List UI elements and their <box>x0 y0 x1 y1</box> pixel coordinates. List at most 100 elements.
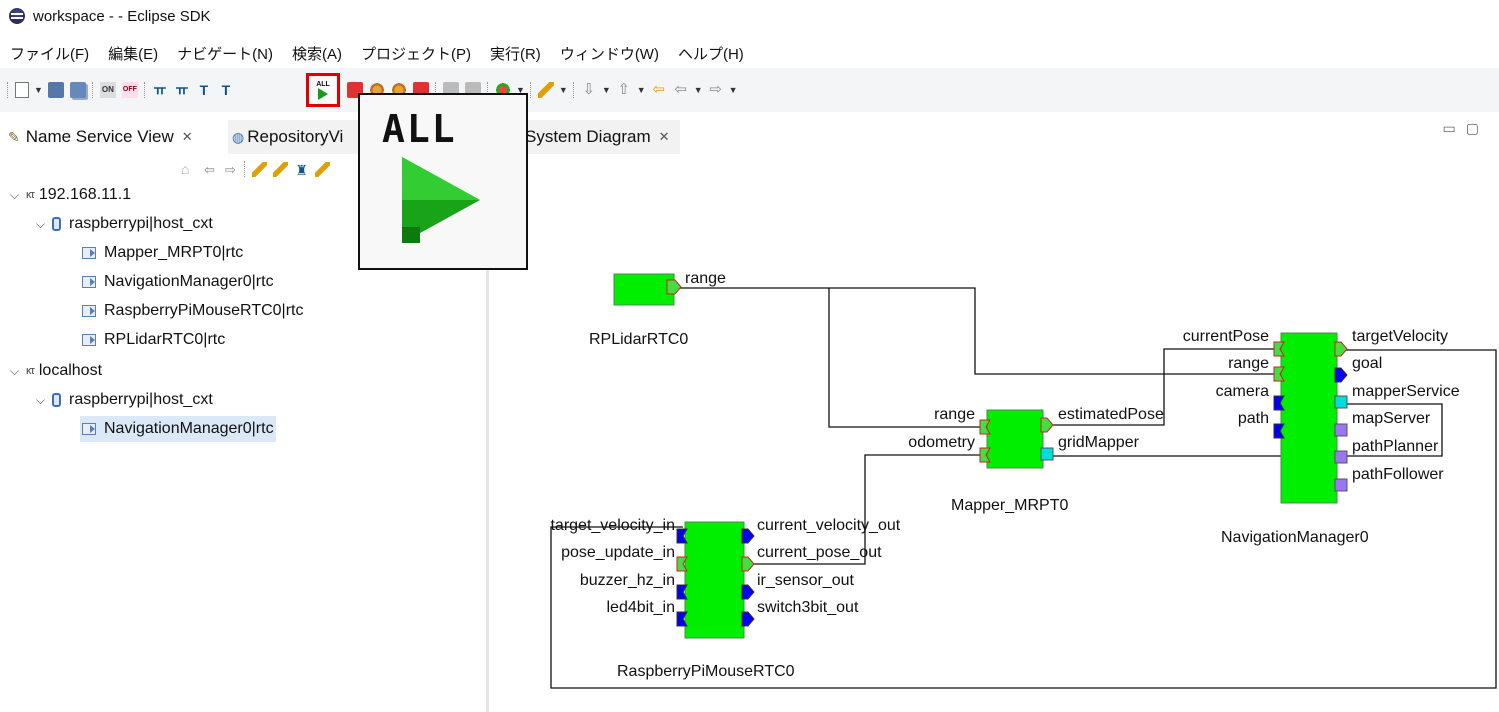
toolbar-separator <box>7 82 9 98</box>
next-annotation-dropdown-icon[interactable]: ▼ <box>602 85 611 95</box>
title-bar: workspace - - Eclipse SDK <box>0 0 1499 32</box>
forward-dropdown-icon[interactable]: ▼ <box>729 85 738 95</box>
port-out[interactable] <box>666 279 682 295</box>
tree-node-context[interactable]: ⌵ raspberrypi|host_cxt <box>36 211 213 237</box>
connect-icon[interactable]: ㅠ <box>152 82 168 98</box>
tab-repository-view[interactable]: ◍ RepositoryVi <box>228 120 374 154</box>
component-mapper[interactable]: range odometry estimatedPose gridMapper … <box>908 406 1164 514</box>
minimize-maximize-controls[interactable]: ▭▢ <box>1443 120 1489 137</box>
tree-node-nameserver[interactable]: ⌵ κτ localhost <box>10 358 102 384</box>
back-icon[interactable]: ⇦ <box>673 82 689 98</box>
prev-annotation-icon[interactable]: ⇧ <box>616 82 632 98</box>
name-service-icon: ✎ <box>8 128 20 145</box>
nameserver-icon: κτ <box>26 365 35 377</box>
port-label: estimatedPose <box>1058 406 1164 423</box>
component-raspberrypi-mouse[interactable]: target_velocity_in pose_update_in buzzer… <box>550 517 900 680</box>
menu-window[interactable]: ウィンドウ(W) <box>550 43 668 64</box>
save-icon[interactable] <box>47 82 64 98</box>
disconnect-icon[interactable]: ㅠ <box>174 82 190 98</box>
port-label: current_pose_out <box>757 544 882 561</box>
menu-run[interactable]: 実行(R) <box>480 43 550 64</box>
forward-icon[interactable]: ⇨ <box>708 82 724 98</box>
nameserver-icon: κτ <box>26 189 35 201</box>
tree-node-rtc[interactable]: Mapper_MRPT0|rtc <box>82 240 243 266</box>
pen-dropdown-icon[interactable]: ▼ <box>559 85 568 95</box>
component-name: RPLidarRTC0 <box>589 331 688 348</box>
tree-node-rtc[interactable]: RPLidarRTC0|rtc <box>82 327 225 353</box>
new-file-icon[interactable] <box>15 82 29 98</box>
menu-file[interactable]: ファイル(F) <box>0 43 98 64</box>
next-annotation-icon[interactable]: ⇩ <box>581 82 597 98</box>
port-out[interactable] <box>741 611 755 627</box>
chevron-down-icon[interactable]: ⌵ <box>10 364 26 379</box>
refresh-nameserver-icon[interactable] <box>273 161 288 177</box>
port-out[interactable] <box>1040 417 1054 433</box>
tree-node-context[interactable]: ⌵ raspberrypi|host_cxt <box>36 387 213 413</box>
port-label: odometry <box>908 434 975 451</box>
tab-system-diagram[interactable]: System Diagram ✕ <box>525 120 680 154</box>
chevron-down-icon[interactable]: ⌵ <box>36 217 52 232</box>
chevron-down-icon[interactable]: ⌵ <box>36 393 52 408</box>
port-label: led4bit_in <box>607 599 676 616</box>
port-out[interactable] <box>741 556 755 572</box>
close-icon[interactable]: ✕ <box>182 129 193 145</box>
new-dropdown-icon[interactable]: ▼ <box>34 85 43 95</box>
run-all-button[interactable]: ALL <box>306 73 340 107</box>
menu-edit[interactable]: 編集(E) <box>98 43 167 64</box>
toolbar: ▼ ON OFF ㅠ ㅠ T T ALL ▼ ▼ ⇩ ▼ ⇧ ▼ ⇦ ⇦ ▼ ⇨ ▼ <box>0 68 1499 112</box>
repository-icon: ◍ <box>232 128 245 145</box>
tree-node-rtc[interactable]: NavigationManager0|rtc <box>82 269 274 295</box>
port-out[interactable] <box>1334 367 1348 383</box>
last-edit-icon[interactable]: ⇦ <box>651 82 667 98</box>
port-label: buzzer_hz_in <box>580 572 675 589</box>
port-out[interactable] <box>741 528 755 544</box>
remove-nameserver-icon[interactable] <box>315 161 330 177</box>
port-label: current_velocity_out <box>757 517 901 534</box>
home-icon[interactable]: ⌂ <box>181 161 196 177</box>
port-out[interactable] <box>1334 341 1348 357</box>
rtc-icon <box>82 276 96 288</box>
toolbar-separator <box>91 82 94 98</box>
component-rplidar[interactable]: range RPLidarRTC0 <box>589 270 726 348</box>
menu-bar: ファイル(F) 編集(E) ナビゲート(N) 検索(A) プロジェクト(P) 実… <box>0 40 753 66</box>
save-all-icon[interactable] <box>69 82 86 98</box>
menu-project[interactable]: プロジェクト(P) <box>351 43 480 64</box>
menu-navigate[interactable]: ナビゲート(N) <box>167 43 282 64</box>
tree-node-rtc[interactable]: RaspberryPiMouseRTC0|rtc <box>82 298 303 324</box>
name-service-toolbar: ⌂ ⇦ ⇨ ♜ <box>178 158 333 180</box>
system-diagram-canvas[interactable]: range RPLidarRTC0 range odometry estimat… <box>489 160 1499 712</box>
port-label: pose_update_in <box>561 544 675 561</box>
pen-icon[interactable] <box>537 82 554 98</box>
rtc-icon <box>82 247 96 259</box>
add-nameserver-icon[interactable] <box>252 161 267 177</box>
forward-icon[interactable]: ⇨ <box>223 162 238 177</box>
port-label: goal <box>1352 355 1382 372</box>
activate-all-icon[interactable]: ON <box>99 82 116 98</box>
port-label: camera <box>1216 383 1269 400</box>
filter-icon[interactable]: ♜ <box>294 162 309 178</box>
connect-top-icon[interactable]: T <box>196 82 212 98</box>
port-label: gridMapper <box>1058 434 1140 451</box>
tree-node-rtc-selected[interactable]: NavigationManager0|rtc <box>80 416 276 442</box>
tab-name-service-view[interactable]: ✎ Name Service View ✕ <box>8 120 193 154</box>
deactivate-all-icon[interactable]: OFF <box>121 82 138 98</box>
service-port[interactable] <box>1334 395 1348 409</box>
prev-annotation-dropdown-icon[interactable]: ▼ <box>637 85 646 95</box>
menu-search[interactable]: 検索(A) <box>282 43 351 64</box>
play-icon <box>318 87 328 100</box>
back-icon[interactable]: ⇦ <box>202 162 217 177</box>
service-port[interactable] <box>1334 450 1348 464</box>
menu-help[interactable]: ヘルプ(H) <box>668 43 753 64</box>
service-port[interactable] <box>1334 423 1348 437</box>
rtc-icon <box>82 305 96 317</box>
chevron-down-icon[interactable]: ⌵ <box>10 188 26 203</box>
service-port[interactable] <box>1334 478 1348 492</box>
component-navigation-manager[interactable]: currentPose range camera path targetVelo… <box>1183 328 1460 546</box>
tree-node-nameserver[interactable]: ⌵ κτ 192.168.11.1 <box>10 182 131 208</box>
connect-bottom-icon[interactable]: T <box>218 82 234 98</box>
close-icon[interactable]: ✕ <box>659 129 670 145</box>
port-label: range <box>685 270 726 287</box>
back-dropdown-icon[interactable]: ▼ <box>694 85 703 95</box>
service-port[interactable] <box>1040 447 1054 461</box>
port-out[interactable] <box>741 584 755 600</box>
